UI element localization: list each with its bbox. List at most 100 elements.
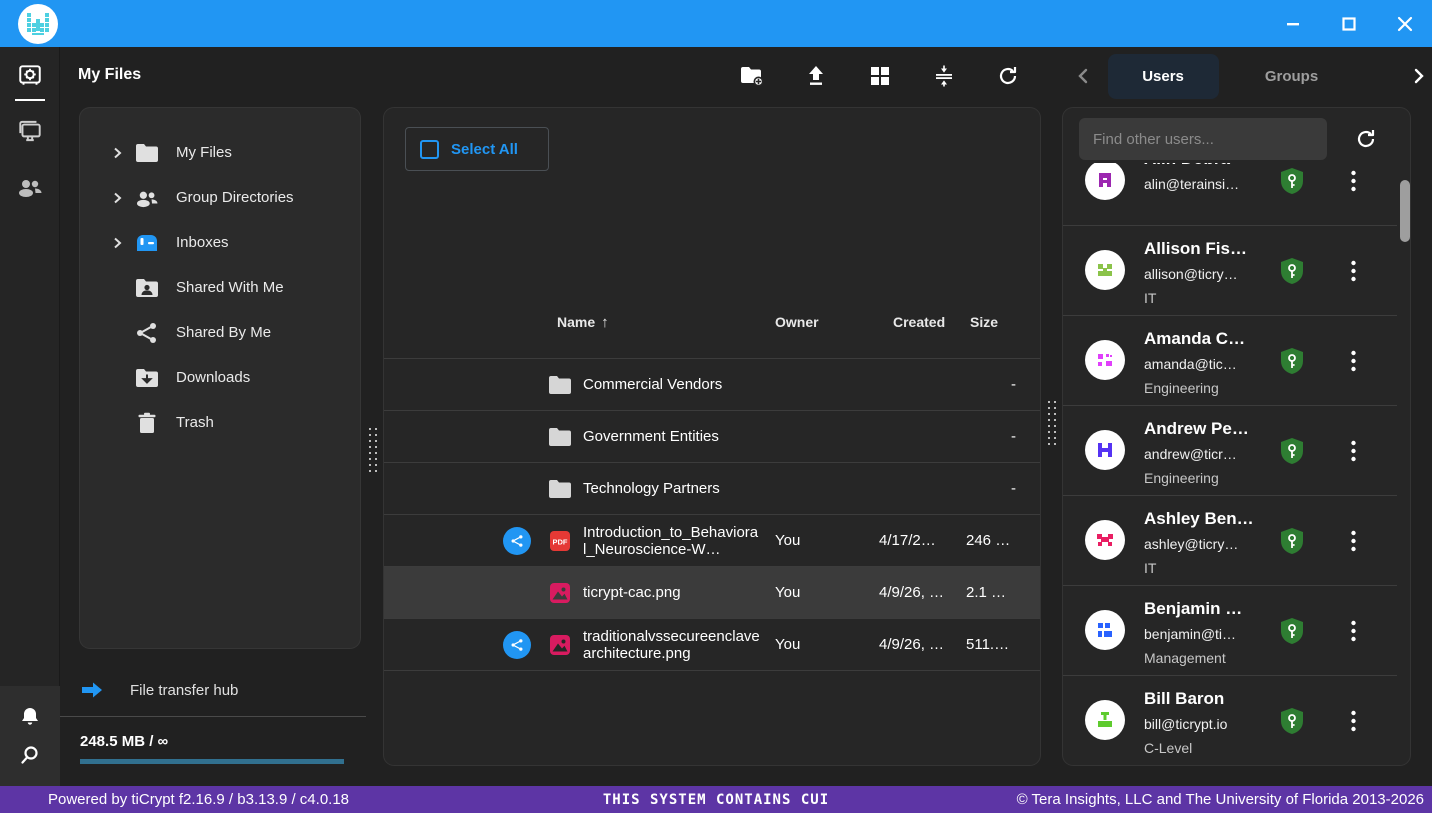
minimize-button[interactable] xyxy=(1276,7,1310,41)
version-text: Powered by tiCrypt f2.16.9 / b3.13.9 / c… xyxy=(48,791,349,808)
page-title: My Files xyxy=(78,66,141,84)
tab-users[interactable]: Users xyxy=(1108,54,1219,99)
notifications-icon[interactable] xyxy=(18,705,42,729)
header: My Files xyxy=(60,47,1432,105)
status-bar: THIS SYSTEM CONTAINS CUI Powered by tiCr… xyxy=(0,786,1432,813)
tree-item-shared-with-me[interactable]: Shared With Me xyxy=(80,265,360,310)
avatar xyxy=(1085,610,1125,650)
user-menu-icon[interactable] xyxy=(1343,169,1363,193)
user-department: IT xyxy=(1144,286,1284,310)
rail-machines-icon[interactable] xyxy=(0,103,60,159)
user-email: benjamin@ti… xyxy=(1144,622,1284,646)
user-name: Bill Baron xyxy=(1144,686,1284,712)
find-users-input[interactable] xyxy=(1079,118,1327,160)
new-folder-icon[interactable] xyxy=(738,62,766,90)
sort-ascending-icon: ↑ xyxy=(601,314,609,331)
panel-resize-handle[interactable] xyxy=(366,425,378,473)
folder-row[interactable]: Government Entities - xyxy=(384,410,1040,462)
user-list: Alin Dobra alin@terainsi… xyxy=(1063,163,1397,765)
group-icon xyxy=(134,188,160,208)
file-owner: You xyxy=(775,532,800,549)
file-rows: Commercial Vendors - Government Entities… xyxy=(384,358,1040,671)
tree-item-trash[interactable]: Trash xyxy=(80,400,360,445)
directory-tree-panel: My Files Group Directories xyxy=(80,108,360,648)
user-menu-icon[interactable] xyxy=(1343,259,1363,283)
expand-chevron-icon[interactable] xyxy=(108,192,126,204)
user-row[interactable]: Alin Dobra alin@terainsi… xyxy=(1063,163,1397,226)
users-scrollbar-thumb[interactable] xyxy=(1400,180,1410,242)
tree-item-label: Trash xyxy=(176,414,214,431)
column-size[interactable]: Size xyxy=(970,314,998,330)
avatar xyxy=(1085,700,1125,740)
file-size: 511.… xyxy=(966,636,1018,653)
column-created[interactable]: Created xyxy=(893,314,947,330)
divider xyxy=(60,716,366,717)
expand-chevron-icon[interactable] xyxy=(108,147,126,159)
shared-badge-icon[interactable] xyxy=(503,527,531,555)
user-email: allison@ticry… xyxy=(1144,262,1284,286)
user-row[interactable]: Andrew Pe… andrew@ticr… Engineering xyxy=(1063,406,1397,496)
select-all-button[interactable]: Select All xyxy=(405,127,549,171)
column-name[interactable]: Name ↑ xyxy=(557,314,609,331)
users-refresh-icon[interactable] xyxy=(1353,126,1379,152)
avatar xyxy=(1085,163,1125,200)
user-row[interactable]: Ashley Ben… ashley@ticry… IT xyxy=(1063,496,1397,586)
tree-item-group-directories[interactable]: Group Directories xyxy=(80,175,360,220)
maximize-button[interactable] xyxy=(1332,7,1366,41)
ticrypt-logo xyxy=(18,4,58,44)
grid-view-icon[interactable] xyxy=(866,62,894,90)
upload-icon[interactable] xyxy=(802,62,830,90)
shared-badge-icon[interactable] xyxy=(503,631,531,659)
user-row[interactable]: Amanda C… amanda@tic… Engineering xyxy=(1063,316,1397,406)
tree-item-my-files[interactable]: My Files xyxy=(80,130,360,175)
tree-item-shared-by-me[interactable]: Shared By Me xyxy=(80,310,360,355)
select-all-checkbox[interactable] xyxy=(420,140,439,159)
tabs-chevron-right-icon[interactable] xyxy=(1404,62,1432,90)
file-row[interactable]: PDF Introduction_to_Behavioral_Neuroscie… xyxy=(384,514,1040,566)
copyright-text: © Tera Insights, LLC and The University … xyxy=(1017,791,1424,808)
file-row-selected[interactable]: ticrypt-cac.png You 4/9/26, … 2.1 … xyxy=(384,566,1040,618)
close-button[interactable] xyxy=(1388,7,1422,41)
user-menu-icon[interactable] xyxy=(1343,709,1363,733)
folder-name: Commercial Vendors xyxy=(583,376,761,393)
user-row[interactable]: Allison Fis… allison@ticry… IT xyxy=(1063,226,1397,316)
user-name: Amanda C… xyxy=(1144,326,1284,352)
avatar xyxy=(1085,250,1125,290)
avatar xyxy=(1085,520,1125,560)
folder-row[interactable]: Technology Partners - xyxy=(384,462,1040,514)
user-menu-icon[interactable] xyxy=(1343,619,1363,643)
user-row[interactable]: Bill Baron bill@ticrypt.io C-Level xyxy=(1063,676,1397,765)
user-menu-icon[interactable] xyxy=(1343,529,1363,553)
arrow-right-icon xyxy=(80,680,104,700)
file-transfer-hub-button[interactable]: File transfer hub xyxy=(80,672,365,708)
user-menu-icon[interactable] xyxy=(1343,349,1363,373)
search-icon[interactable] xyxy=(18,743,42,767)
tree-item-inboxes[interactable]: Inboxes xyxy=(80,220,360,265)
file-row[interactable]: traditionalvssecureenclavearchitecture.p… xyxy=(384,618,1040,670)
refresh-icon[interactable] xyxy=(994,62,1022,90)
folder-account-icon xyxy=(134,278,160,298)
tab-users-label: Users xyxy=(1142,68,1184,85)
folder-row[interactable]: Commercial Vendors - xyxy=(384,358,1040,410)
tree-item-downloads[interactable]: Downloads xyxy=(80,355,360,400)
user-name: Ashley Ben… xyxy=(1144,506,1284,532)
key-shield-icon xyxy=(1279,167,1305,195)
ticrypt-logo-icon xyxy=(25,11,51,37)
trash-icon xyxy=(134,412,160,434)
collapse-rows-icon[interactable] xyxy=(930,62,958,90)
file-created: 4/9/26, … xyxy=(879,636,951,653)
folder-size: - xyxy=(944,376,1016,393)
panel-resize-handle[interactable] xyxy=(1045,398,1057,446)
expand-chevron-icon[interactable] xyxy=(108,237,126,249)
tab-groups[interactable]: Groups xyxy=(1233,54,1351,99)
tree-item-label: My Files xyxy=(176,144,232,161)
file-owner: You xyxy=(775,584,800,601)
user-row[interactable]: Benjamin … benjamin@ti… Management xyxy=(1063,586,1397,676)
column-owner[interactable]: Owner xyxy=(775,314,819,330)
tabs-chevron-left-icon[interactable] xyxy=(1070,62,1098,90)
user-email: alin@terainsi… xyxy=(1144,172,1284,196)
rail-people-icon[interactable] xyxy=(0,159,60,215)
user-menu-icon[interactable] xyxy=(1343,439,1363,463)
user-name: Alin Dobra xyxy=(1144,163,1284,172)
rail-vault-icon[interactable] xyxy=(0,47,60,103)
